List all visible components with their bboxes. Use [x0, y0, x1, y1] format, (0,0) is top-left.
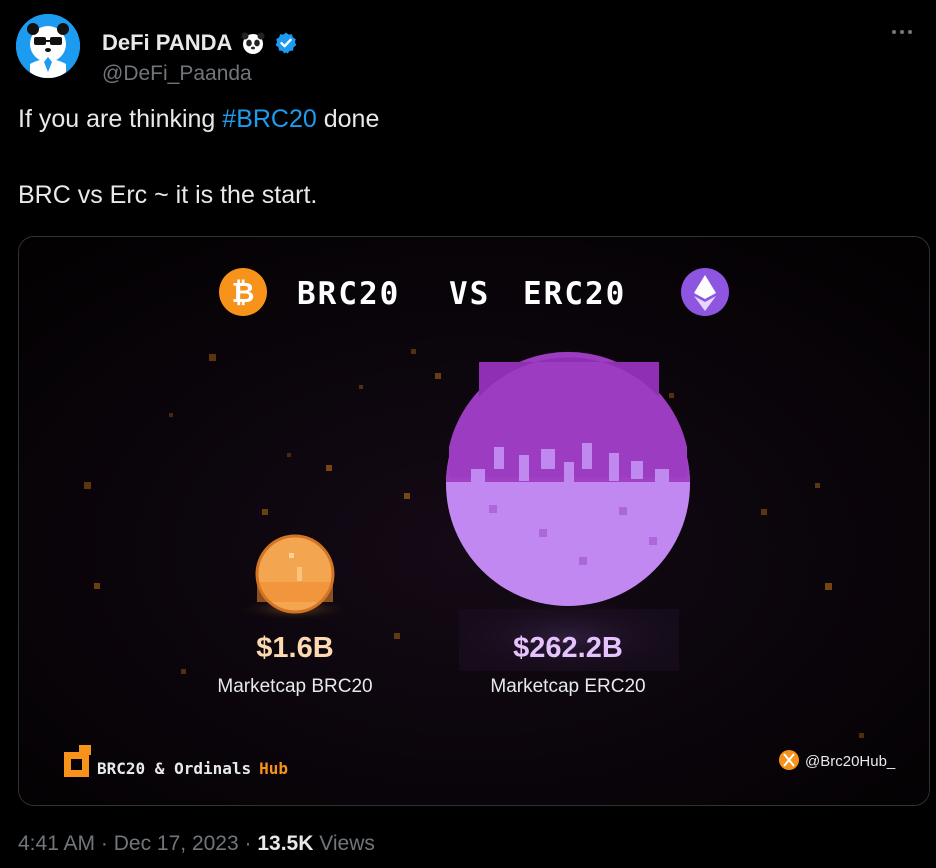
tweet-header: DeFi PANDA @DeFi_Paanda: [16, 14, 920, 85]
erc20-planet-icon: [446, 351, 690, 606]
brc20-vs-erc20-graphic: ₿ BRC20 VS ERC20 $1.6B Marketcap BRC20 $…: [19, 237, 929, 805]
title-right: ERC20: [523, 276, 626, 312]
tweet-line-2: BRC vs Erc ~ it is the start.: [18, 181, 318, 209]
tweet-time[interactable]: 4:41 AM: [18, 832, 95, 855]
panda-face-icon: [241, 32, 265, 54]
tweet-text-segment: If you are thinking: [18, 105, 223, 133]
x-logo-icon: [779, 750, 799, 770]
svg-text:₿: ₿: [232, 276, 255, 309]
views-label: Views: [313, 832, 375, 855]
brc-value: $1.6B: [256, 632, 333, 664]
tweet-text-segment: done: [316, 105, 380, 133]
bitcoin-icon: ₿: [219, 268, 267, 316]
user-handle[interactable]: @DeFi_Paanda: [102, 62, 252, 86]
more-dot-icon: [900, 30, 904, 34]
brc-label: Marketcap BRC20: [217, 676, 372, 697]
erc-value: $262.2B: [513, 632, 623, 664]
erc-label: Marketcap ERC20: [490, 676, 645, 697]
avatar[interactable]: [16, 14, 80, 78]
more-dot-icon: [892, 30, 896, 34]
panda-avatar-icon: [16, 14, 80, 78]
brc20-planet-icon: [255, 534, 335, 614]
brand-handle: @Brc20Hub_: [805, 753, 896, 770]
tweet-line-1: If you are thinking #BRC20 done: [18, 100, 918, 138]
tweet-media-image[interactable]: ₿ BRC20 VS ERC20 $1.6B Marketcap BRC20 $…: [18, 236, 930, 806]
tweet-text: If you are thinking #BRC20 done BRC vs E…: [18, 100, 918, 214]
title-left: BRC20: [297, 276, 400, 312]
verified-badge-icon[interactable]: [274, 31, 298, 55]
name-row: DeFi PANDA: [102, 30, 298, 56]
more-dot-icon: [908, 30, 912, 34]
ethereum-icon: [681, 268, 729, 316]
brand-name: BRC20 & Ordinals Hub: [97, 759, 288, 778]
tweet-meta: 4:41 AM · Dec 17, 2023 · 13.5K Views: [18, 832, 375, 855]
hashtag-link[interactable]: #BRC20: [222, 105, 317, 133]
title-vs: VS: [449, 276, 490, 312]
display-name[interactable]: DeFi PANDA: [102, 30, 232, 56]
tweet-date[interactable]: Dec 17, 2023: [114, 832, 239, 855]
more-options-button[interactable]: [884, 22, 920, 42]
views-count: 13.5K: [257, 832, 314, 855]
